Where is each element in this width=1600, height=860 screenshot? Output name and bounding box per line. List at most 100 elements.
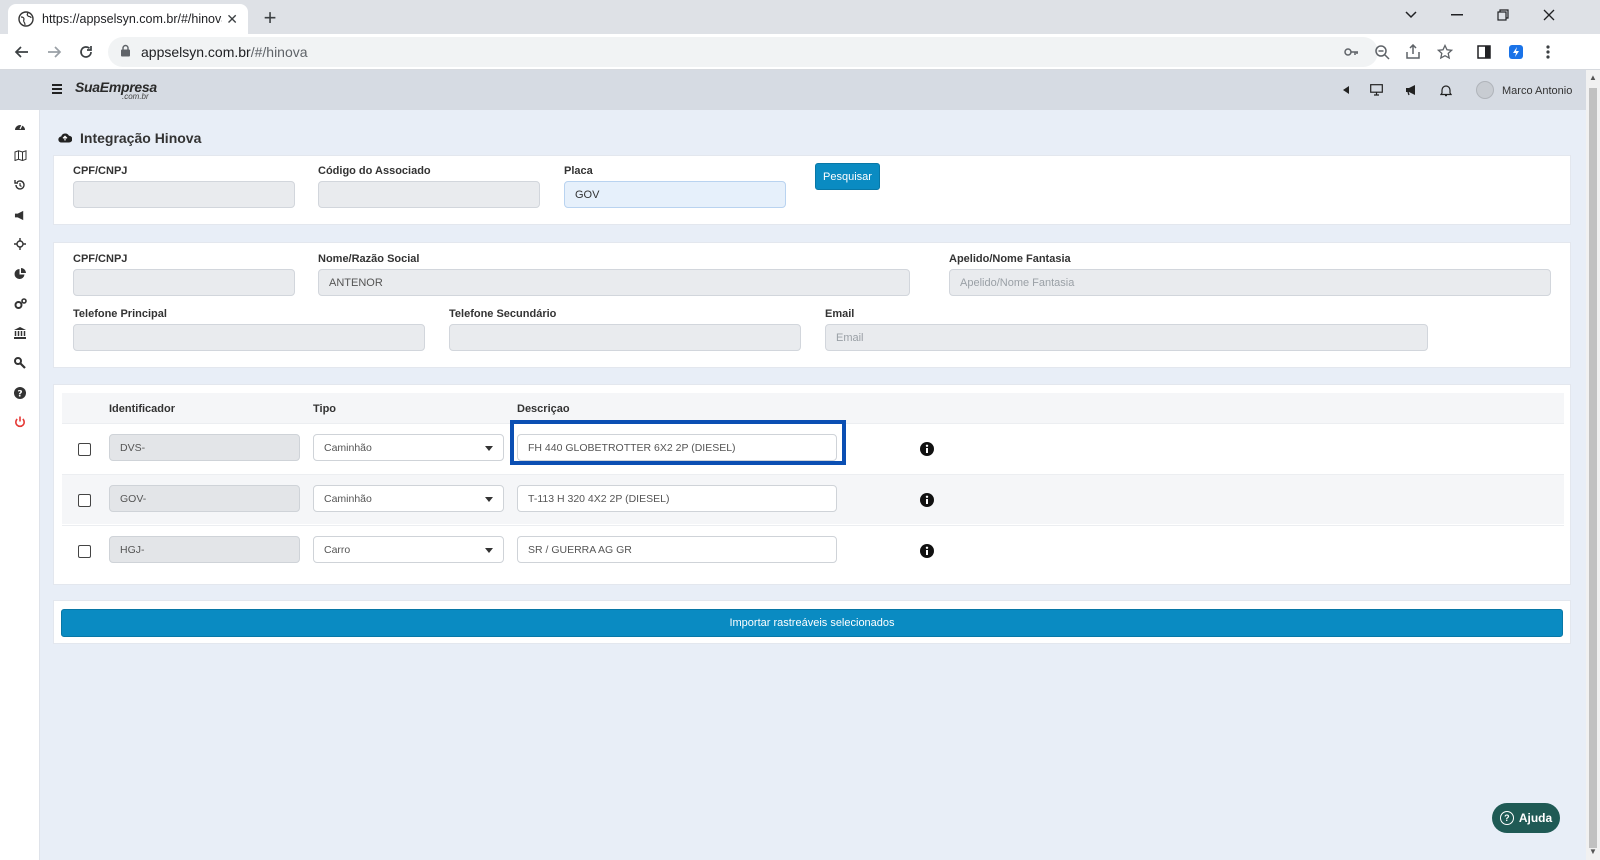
associado-tel-secundario-label: Telefone Secundário: [449, 308, 557, 320]
sidebar-bank-icon[interactable]: [12, 325, 28, 341]
row-checkbox[interactable]: [78, 545, 91, 558]
bookmark-star-icon[interactable]: [1436, 43, 1454, 61]
search-placa-input[interactable]: GOV: [564, 181, 786, 208]
associado-panel: CPF/CNPJ Nome/Razão Social ANTENOR Apeli…: [53, 242, 1571, 368]
search-cpf-input[interactable]: [73, 181, 295, 208]
browser-tab[interactable]: https://appselsyn.com.br/#/hinova ✕: [8, 4, 248, 34]
minimize-icon[interactable]: [1434, 0, 1480, 30]
side-panel-icon[interactable]: [1475, 43, 1493, 61]
url-host: appselsyn.com.br: [141, 44, 251, 60]
row-tipo-value: Caminhão: [324, 441, 372, 454]
associado-tel-secundario-input[interactable]: [449, 324, 801, 351]
associado-email-input[interactable]: Email: [825, 324, 1428, 351]
scroll-up-icon[interactable]: ▲: [1589, 74, 1597, 82]
page-title-text: Integração Hinova: [80, 130, 202, 146]
row-identificador-input[interactable]: DVS-: [109, 434, 300, 461]
grid-header: Identificador Tipo Descriçao: [62, 393, 1564, 423]
info-icon[interactable]: [920, 544, 934, 558]
caret-down-icon: [485, 548, 493, 553]
extension-icon[interactable]: [1507, 43, 1525, 61]
sidebar: ?: [0, 110, 40, 860]
sidebar-crosshair-icon[interactable]: [12, 236, 28, 252]
row-checkbox[interactable]: [78, 443, 91, 456]
row-checkbox[interactable]: [78, 494, 91, 507]
svg-text:?: ?: [17, 390, 22, 400]
associado-tel-principal-input[interactable]: [73, 324, 425, 351]
row-identificador-input[interactable]: GOV-: [109, 485, 300, 512]
row-descricao-input[interactable]: T-113 H 320 4X2 2P (DIESEL): [517, 485, 837, 512]
row-tipo-value: Carro: [324, 543, 351, 556]
avatar[interactable]: [1476, 81, 1494, 99]
key-icon[interactable]: [1342, 43, 1360, 61]
tab-close-icon[interactable]: ✕: [226, 11, 238, 28]
caret-left-icon[interactable]: [1338, 82, 1354, 98]
cloud-upload-icon: [58, 130, 73, 146]
row-identificador-input[interactable]: HGJ-: [109, 536, 300, 563]
associado-cpf-label: CPF/CNPJ: [73, 253, 128, 265]
caret-down-icon: [485, 497, 493, 502]
associado-apelido-label: Apelido/Nome Fantasia: [949, 253, 1071, 265]
lock-icon[interactable]: [120, 44, 131, 60]
sidebar-dashboard-icon[interactable]: [12, 118, 28, 134]
search-placa-label: Placa: [564, 165, 593, 177]
monitor-icon[interactable]: [1368, 82, 1384, 98]
restore-icon[interactable]: [1480, 0, 1526, 30]
page-title: Integração Hinova: [58, 130, 201, 146]
scroll-thumb[interactable]: [1589, 88, 1597, 848]
tab-title: https://appselsyn.com.br/#/hinova: [42, 12, 222, 26]
rastreaveis-panel: Identificador Tipo Descriçao DVS- Caminh…: [53, 384, 1571, 585]
reload-icon[interactable]: [72, 38, 100, 66]
browser-toolbar: appselsyn.com.br/#/hinova: [0, 34, 1600, 70]
search-cpf-label: CPF/CNPJ: [73, 165, 128, 177]
tab-search-icon[interactable]: [1388, 0, 1434, 30]
associado-nome-input[interactable]: ANTENOR: [318, 269, 910, 296]
scroll-down-icon[interactable]: ▼: [1589, 848, 1597, 856]
url-path: /#/hinova: [250, 44, 308, 60]
associado-apelido-input[interactable]: Apelido/Nome Fantasia: [949, 269, 1551, 296]
highlight-annotation: [510, 420, 846, 465]
sidebar-history-icon[interactable]: [12, 177, 28, 193]
sidebar-megaphone-icon[interactable]: [12, 207, 28, 223]
user-name[interactable]: Marco Antonio: [1502, 85, 1572, 97]
associado-tel-principal-label: Telefone Principal: [73, 308, 167, 320]
help-button[interactable]: ? Ajuda: [1492, 803, 1560, 833]
app-logo-sub: .com.br: [122, 92, 149, 101]
share-icon[interactable]: [1404, 43, 1422, 61]
sidebar-pie-chart-icon[interactable]: [12, 266, 28, 282]
sidebar-map-icon[interactable]: [12, 147, 28, 163]
row-tipo-value: Caminhão: [324, 492, 372, 505]
back-icon[interactable]: [8, 38, 36, 66]
associado-email-label: Email: [825, 308, 855, 320]
sidebar-help-icon[interactable]: ?: [12, 385, 28, 401]
forward-icon[interactable]: [40, 38, 68, 66]
pesquisar-button[interactable]: Pesquisar: [815, 163, 880, 190]
globe-icon: [18, 11, 34, 27]
zoom-out-icon[interactable]: [1373, 43, 1391, 61]
table-row: HGJ- Carro SR / GUERRA AG GR: [62, 525, 1564, 575]
address-bar[interactable]: appselsyn.com.br/#/hinova: [108, 37, 1378, 67]
table-row: GOV- Caminhão T-113 H 320 4X2 2P (DIESEL…: [62, 474, 1564, 524]
browser-menu-icon[interactable]: [1539, 43, 1557, 61]
sidebar-wrench-icon[interactable]: [12, 355, 28, 371]
menu-toggle-icon[interactable]: [52, 84, 62, 94]
page-scrollbar[interactable]: ▲ ▼: [1586, 70, 1600, 860]
row-tipo-select[interactable]: Caminhão: [313, 485, 504, 512]
megaphone-icon[interactable]: [1403, 82, 1419, 98]
sidebar-gears-icon[interactable]: [12, 296, 28, 312]
row-tipo-select[interactable]: Carro: [313, 536, 504, 563]
url-text: appselsyn.com.br/#/hinova: [141, 44, 308, 60]
associado-cpf-input[interactable]: [73, 269, 295, 296]
sidebar-power-icon[interactable]: [12, 414, 28, 430]
import-button[interactable]: Importar rastreáveis selecionados: [61, 609, 1563, 637]
row-descricao-input[interactable]: SR / GUERRA AG GR: [517, 536, 837, 563]
search-codigo-input[interactable]: [318, 181, 540, 208]
associado-nome-label: Nome/Razão Social: [318, 253, 420, 265]
info-icon[interactable]: [920, 442, 934, 456]
info-icon[interactable]: [920, 493, 934, 507]
bell-icon[interactable]: [1438, 82, 1454, 98]
header-identificador: Identificador: [109, 403, 176, 415]
row-tipo-select[interactable]: Caminhão: [313, 434, 504, 461]
new-tab-icon[interactable]: +: [258, 5, 282, 30]
header-descricao: Descriçao: [517, 403, 570, 415]
close-window-icon[interactable]: [1526, 0, 1572, 30]
